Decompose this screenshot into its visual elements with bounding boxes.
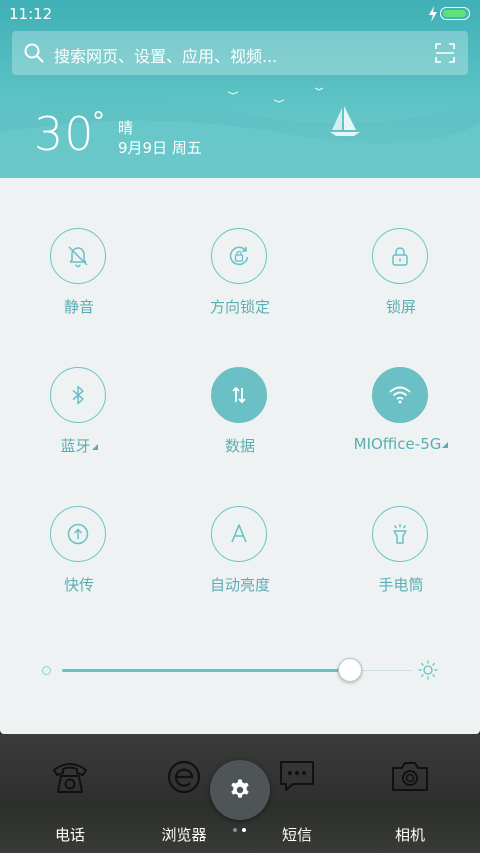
toggle-rotation-lock-button[interactable] xyxy=(211,228,267,284)
toggle-label: 静音 xyxy=(63,298,94,316)
status-time: 11:12 xyxy=(9,5,53,23)
dock-app-label: 相机 xyxy=(394,826,425,844)
toggle-quick-share-button[interactable] xyxy=(50,506,106,562)
weather-date: 9月9日 周五 xyxy=(118,139,202,157)
weather-temperature-unit: ° xyxy=(92,107,105,137)
toggle-flashlight[interactable]: 手电筒 xyxy=(336,506,466,616)
toggle-silent-button[interactable] xyxy=(50,228,106,284)
camera-icon xyxy=(392,762,428,791)
search-icon xyxy=(24,43,44,63)
data-arrows-icon xyxy=(232,386,246,404)
weather-condition: 晴 xyxy=(118,119,134,137)
toggle-bluetooth[interactable]: 蓝牙 xyxy=(14,367,144,477)
toggle-rotation-lock[interactable]: 方向锁定 xyxy=(175,228,305,338)
page-indicator xyxy=(230,826,250,834)
quick-settings-panel: 静音 方向锁定 锁屏 蓝牙 数据 MIOffice-5G 快传 自动亮度 手电筒 xyxy=(0,178,480,734)
toggle-auto-brightness[interactable]: 自动亮度 xyxy=(175,506,305,616)
gear-icon xyxy=(231,779,249,798)
rotation-lock-icon xyxy=(229,246,249,266)
toggle-auto-brightness-button[interactable] xyxy=(211,506,267,562)
sun-icon xyxy=(418,660,438,680)
flashlight-icon xyxy=(393,524,407,544)
notification-header: 11:12 搜索网页、设置、应用、视频... 30 ° 晴 9月9日 周五 xyxy=(0,0,480,178)
toggle-wifi-button[interactable] xyxy=(372,367,428,423)
toggle-label: 方向锁定 xyxy=(209,298,270,316)
bluetooth-icon xyxy=(72,385,84,405)
toggle-label: MIOffice-5G xyxy=(336,435,466,453)
toggle-label: 数据 xyxy=(224,437,255,455)
weather-temperature[interactable]: 30 xyxy=(34,107,95,161)
lock-icon xyxy=(392,247,408,266)
status-bar: 11:12 xyxy=(0,0,480,28)
toggle-mobile-data-button[interactable] xyxy=(211,367,267,423)
toggle-flashlight-button[interactable] xyxy=(372,506,428,562)
expand-corner-icon xyxy=(442,442,449,448)
dock-app-label: 电话 xyxy=(54,826,85,844)
battery-level xyxy=(443,10,466,17)
browser-icon xyxy=(167,760,201,794)
toggle-silent[interactable]: 静音 xyxy=(14,228,144,338)
dim-brightness-icon xyxy=(42,666,51,675)
brightness-thumb[interactable] xyxy=(338,658,362,682)
toggle-lock-screen[interactable]: 锁屏 xyxy=(336,228,466,338)
search-bar[interactable]: 搜索网页、设置、应用、视频... xyxy=(12,31,468,75)
toggle-wifi[interactable]: MIOffice-5G xyxy=(336,367,466,477)
toggle-label-text: 蓝牙 xyxy=(60,437,91,455)
brightness-fill xyxy=(62,669,349,672)
dock-app-camera[interactable]: 相机 xyxy=(360,756,460,846)
battery-icon xyxy=(440,7,470,20)
toggle-label: 锁屏 xyxy=(385,298,416,316)
page-dot xyxy=(233,828,237,832)
toggle-bluetooth-button[interactable] xyxy=(50,367,106,423)
dock-app-label: 浏览器 xyxy=(161,826,207,844)
page-dot xyxy=(242,828,246,832)
toggle-label: 自动亮度 xyxy=(209,576,270,594)
settings-button[interactable] xyxy=(210,760,270,820)
toggle-label-text: MIOffice-5G xyxy=(353,435,442,453)
bell-off-icon xyxy=(68,246,88,268)
wifi-icon xyxy=(389,386,411,404)
auto-brightness-icon xyxy=(231,524,247,543)
toggle-mobile-data[interactable]: 数据 xyxy=(175,367,305,477)
toggle-lock-screen-button[interactable] xyxy=(372,228,428,284)
brightness-slider[interactable] xyxy=(40,658,440,682)
dock-app-phone[interactable]: 电话 xyxy=(20,756,120,846)
dock-app-label: 短信 xyxy=(281,826,312,844)
message-icon xyxy=(280,761,314,791)
scan-icon[interactable] xyxy=(435,43,455,63)
toggle-label: 手电筒 xyxy=(378,576,424,594)
charging-icon xyxy=(429,6,437,22)
toggle-label: 快传 xyxy=(63,576,94,594)
phone-icon xyxy=(53,763,87,793)
search-placeholder: 搜索网页、设置、应用、视频... xyxy=(54,47,278,66)
share-upload-icon xyxy=(67,523,89,545)
toggle-label: 蓝牙 xyxy=(14,435,144,456)
expand-corner-icon xyxy=(91,444,98,450)
toggle-quick-share[interactable]: 快传 xyxy=(14,506,144,616)
